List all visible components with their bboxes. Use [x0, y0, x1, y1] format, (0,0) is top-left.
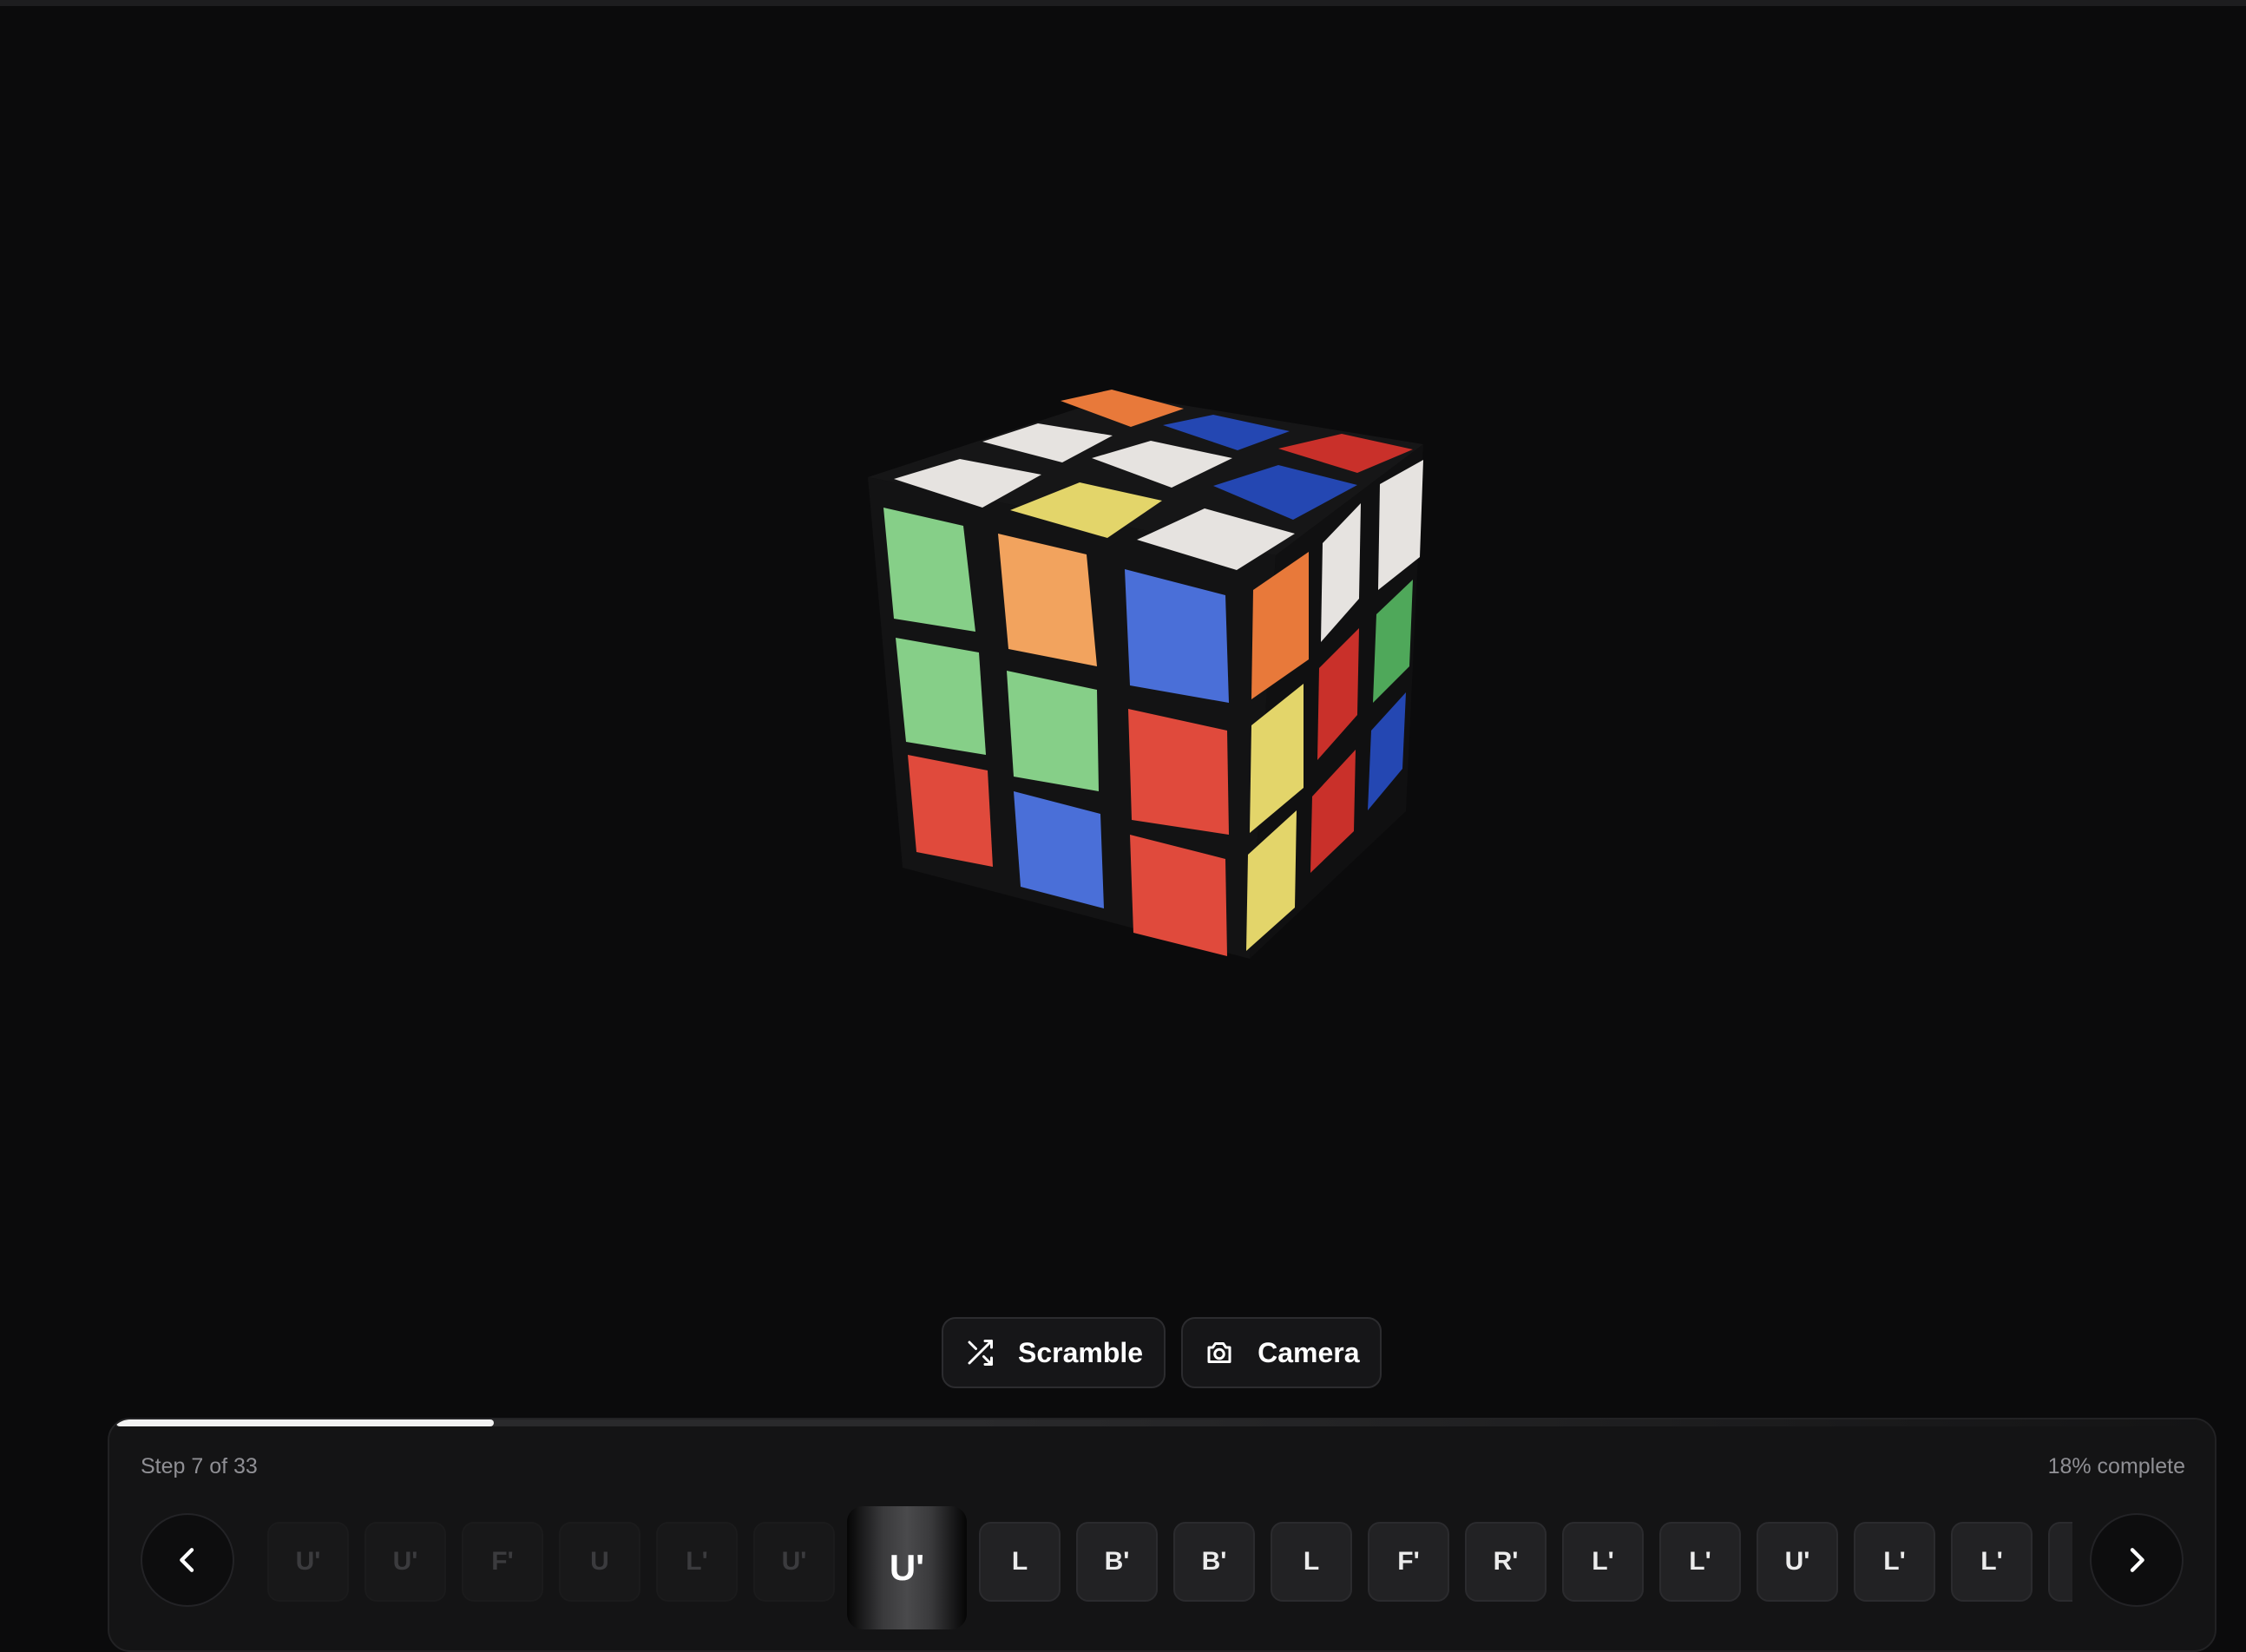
previous-step-button[interactable] [141, 1513, 234, 1607]
rubiks-cube-3d-view[interactable] [850, 373, 1458, 980]
move-chip[interactable]: F' [462, 1522, 543, 1602]
move-chip[interactable]: L' [1951, 1522, 2033, 1602]
shuffle-icon [968, 1340, 993, 1366]
scramble-label: Scramble [1018, 1336, 1144, 1368]
move-chip[interactable]: L' [1854, 1522, 1935, 1602]
move-chip[interactable]: U' [1757, 1522, 1838, 1602]
move-chip[interactable]: L' [1659, 1522, 1741, 1602]
move-chip[interactable]: U' [364, 1522, 446, 1602]
step-counter: Step 7 of 33 [141, 1454, 258, 1478]
move-chip[interactable]: L' [656, 1522, 738, 1602]
progress-fill [116, 1419, 494, 1426]
move-chip-current[interactable]: U' [847, 1506, 967, 1629]
move-chip[interactable]: R' [1465, 1522, 1547, 1602]
camera-label: Camera [1258, 1336, 1360, 1368]
move-chip[interactable]: U [559, 1522, 640, 1602]
next-step-button[interactable] [2090, 1513, 2184, 1607]
chevron-left-icon [180, 1548, 194, 1572]
move-chip[interactable]: B' [1173, 1522, 1255, 1602]
move-chip[interactable]: L' [1562, 1522, 1644, 1602]
move-sequence: U' U' F' U L' U' U' L B' B' L F' R' L' L' U' L' L' [267, 1506, 2072, 1636]
move-chip[interactable]: U' [753, 1522, 835, 1602]
scramble-button[interactable]: Scramble [942, 1317, 1166, 1388]
top-border [0, 0, 2246, 6]
move-chip[interactable]: F' [1368, 1522, 1449, 1602]
percent-complete: 18% complete [2047, 1454, 2185, 1478]
move-chip[interactable]: U' [267, 1522, 349, 1602]
move-chip[interactable]: L [1271, 1522, 1352, 1602]
solution-panel: Step 7 of 33 18% complete U' U' F' U L' U' U' L… [108, 1418, 2216, 1652]
camera-button[interactable]: Camera [1181, 1317, 1382, 1388]
move-chip[interactable]: B' [1076, 1522, 1158, 1602]
action-toolbar: Scramble Camera [942, 1317, 1382, 1388]
camera-icon [1207, 1342, 1231, 1363]
move-chip[interactable]: L [979, 1522, 1061, 1602]
chevron-right-icon [2130, 1548, 2144, 1572]
move-chip[interactable] [2048, 1522, 2072, 1602]
